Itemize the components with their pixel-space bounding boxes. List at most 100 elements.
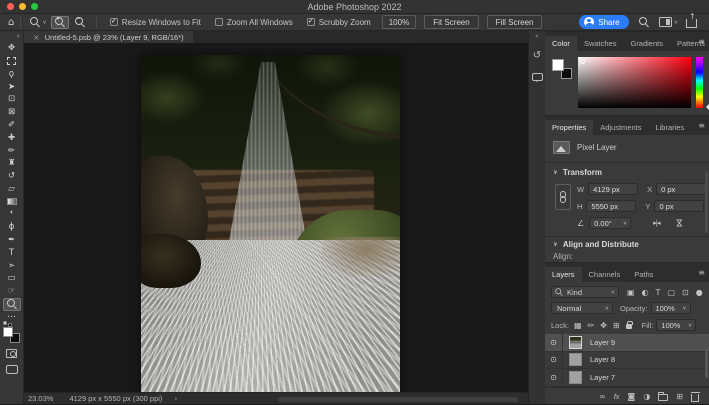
new-group-icon[interactable] xyxy=(658,394,668,401)
checkbox-unchecked[interactable] xyxy=(215,18,223,26)
flip-horizontal-icon[interactable]: ▸|◂ xyxy=(653,219,659,227)
comments-panel-icon[interactable] xyxy=(532,73,543,81)
flip-vertical-icon[interactable]: ⋈ xyxy=(673,219,683,228)
zoom-tool-preset[interactable]: ∨ xyxy=(30,17,46,27)
saturation-brightness-field[interactable] xyxy=(578,57,691,108)
tab-channels[interactable]: Channels xyxy=(582,267,628,282)
tab-adjustments[interactable]: Adjustments xyxy=(593,120,648,135)
color-swatches-widget[interactable] xyxy=(3,327,20,343)
fit-screen-button[interactable]: Fit Screen xyxy=(424,15,478,29)
foreground-color-swatch[interactable] xyxy=(552,59,564,71)
visibility-eye-icon[interactable]: ⊙ xyxy=(545,334,563,351)
zoom-all-windows-checkbox[interactable]: Zoom All Windows xyxy=(215,18,293,27)
filter-smart-objects-icon[interactable]: ⊡ xyxy=(682,288,689,297)
layer-row-layer-9[interactable]: ⊙ Layer 9 xyxy=(545,334,709,352)
filter-adjustment-layers-icon[interactable]: ◐ xyxy=(642,288,649,297)
visibility-eye-icon[interactable]: ⊙ xyxy=(545,352,563,369)
filter-kind-select[interactable]: Kind ∨ xyxy=(551,286,619,298)
tool-gradient[interactable] xyxy=(3,196,21,209)
opacity-select[interactable]: 100% ∨ xyxy=(651,302,691,314)
tab-color[interactable]: Color xyxy=(545,36,577,51)
tool-rectangle[interactable]: ▭ xyxy=(3,272,21,285)
tool-zoom[interactable] xyxy=(3,298,21,311)
filter-shape-layers-icon[interactable]: ▢ xyxy=(667,288,675,297)
fill-select[interactable]: 100% ∨ xyxy=(656,319,696,331)
tool-blur[interactable]: ❜ xyxy=(3,208,21,221)
layer-name[interactable]: Layer 8 xyxy=(590,355,615,364)
panel-menu-icon[interactable]: ≡ xyxy=(698,121,705,130)
layers-scrollbar[interactable] xyxy=(705,348,708,378)
tab-layers[interactable]: Layers xyxy=(545,267,582,282)
link-dimensions-icon[interactable] xyxy=(555,184,571,210)
tool-eraser[interactable]: ▱ xyxy=(3,183,21,196)
horizontal-scrollbar[interactable] xyxy=(278,397,518,402)
hue-slider[interactable] xyxy=(696,57,703,108)
layer-name[interactable]: Layer 7 xyxy=(590,373,615,382)
link-layers-icon[interactable]: ∞ xyxy=(599,392,606,401)
height-field[interactable]: 5550 px xyxy=(586,200,636,212)
y-field[interactable]: 0 px xyxy=(654,200,704,212)
foreground-color-swatch[interactable] xyxy=(3,327,13,337)
tool-crop[interactable]: ⊡ xyxy=(3,93,21,106)
status-options-arrow[interactable]: › xyxy=(174,394,177,403)
tab-libraries[interactable]: Libraries xyxy=(648,120,691,135)
layer-row-layer-8[interactable]: ⊙ Layer 8 xyxy=(545,352,709,370)
toolbar-expand-icon[interactable]: » xyxy=(16,33,20,40)
x-field[interactable]: 0 px xyxy=(656,183,706,195)
tool-history-brush[interactable]: ↺ xyxy=(3,170,21,183)
tool-clone-stamp[interactable]: ♜ xyxy=(3,157,21,170)
tool-pen[interactable]: ✒ xyxy=(3,234,21,247)
filter-pixel-layers-icon[interactable]: ▣ xyxy=(627,288,635,297)
layer-thumbnail[interactable] xyxy=(569,371,582,384)
zoom-in-button[interactable]: + xyxy=(51,16,69,29)
resize-windows-checkbox[interactable]: ✓ Resize Windows to Fit xyxy=(110,18,201,27)
tool-marquee[interactable] xyxy=(3,55,21,68)
visibility-eye-icon[interactable]: ⊙ xyxy=(545,369,563,386)
document-image[interactable] xyxy=(141,55,400,392)
color-picker-marker[interactable] xyxy=(580,59,585,64)
lock-transparent-pixels-icon[interactable]: ▦ xyxy=(574,321,582,330)
new-layer-icon[interactable]: ⊞ xyxy=(676,392,683,401)
scrubby-zoom-checkbox[interactable]: ✓ Scrubby Zoom xyxy=(307,18,371,27)
screen-mode-icon[interactable] xyxy=(6,365,18,374)
export-share-icon[interactable]: ↑ xyxy=(686,19,697,28)
close-tab-icon[interactable]: × xyxy=(33,33,40,42)
zoom-percentage[interactable]: 23.03% xyxy=(28,394,53,403)
share-button[interactable]: Share xyxy=(579,15,628,29)
tool-path-selection[interactable]: ➣ xyxy=(3,260,21,273)
tool-object-selection[interactable]: ➤ xyxy=(3,80,21,93)
checkbox-checked[interactable]: ✓ xyxy=(110,18,118,26)
home-icon[interactable]: ⌂ xyxy=(8,17,14,28)
tool-eyedropper[interactable]: ✐ xyxy=(3,119,21,132)
tool-spot-healing[interactable]: ✚ xyxy=(3,132,21,145)
foreground-background-swatches[interactable] xyxy=(552,59,572,79)
layer-style-icon[interactable]: fx xyxy=(614,392,620,401)
lock-image-pixels-icon[interactable]: ✏ xyxy=(588,321,595,330)
canvas-area[interactable] xyxy=(24,43,528,392)
tab-paths[interactable]: Paths xyxy=(627,267,660,282)
dock-collapse-icon[interactable]: « xyxy=(535,33,539,40)
lock-all-icon[interactable] xyxy=(626,324,632,329)
tool-frame[interactable]: ⊠ xyxy=(3,106,21,119)
tool-brush[interactable]: ✏ xyxy=(3,144,21,157)
fill-screen-button[interactable]: Fill Screen xyxy=(487,15,543,29)
add-layer-mask-icon[interactable]: ◙ xyxy=(628,392,636,401)
quick-mask-icon[interactable] xyxy=(6,349,17,358)
hue-slider-marker[interactable] xyxy=(703,104,709,110)
panel-menu-icon[interactable]: ≡ xyxy=(698,37,705,46)
layer-name[interactable]: Layer 9 xyxy=(590,338,615,347)
search-icon[interactable] xyxy=(639,17,649,27)
filter-type-layers-icon[interactable]: T xyxy=(656,288,661,297)
zoom-100-button[interactable]: 100% xyxy=(382,15,416,29)
tool-type[interactable]: T xyxy=(3,247,21,260)
properties-scrollbar[interactable] xyxy=(705,171,708,233)
checkbox-checked[interactable]: ✓ xyxy=(307,18,315,26)
tab-swatches[interactable]: Swatches xyxy=(577,36,624,51)
layer-thumbnail[interactable] xyxy=(569,336,582,349)
blend-mode-select[interactable]: Normal ∨ xyxy=(551,302,613,314)
document-tab[interactable]: × Untitled-5.psb @ 23% (Layer 9, RGB/16*… xyxy=(24,31,193,43)
rotation-field[interactable]: 0.00° ∨ xyxy=(589,217,631,229)
delete-layer-icon[interactable] xyxy=(691,394,699,402)
workspace-switcher-icon[interactable] xyxy=(659,17,672,27)
width-field[interactable]: 4129 px xyxy=(588,183,638,195)
